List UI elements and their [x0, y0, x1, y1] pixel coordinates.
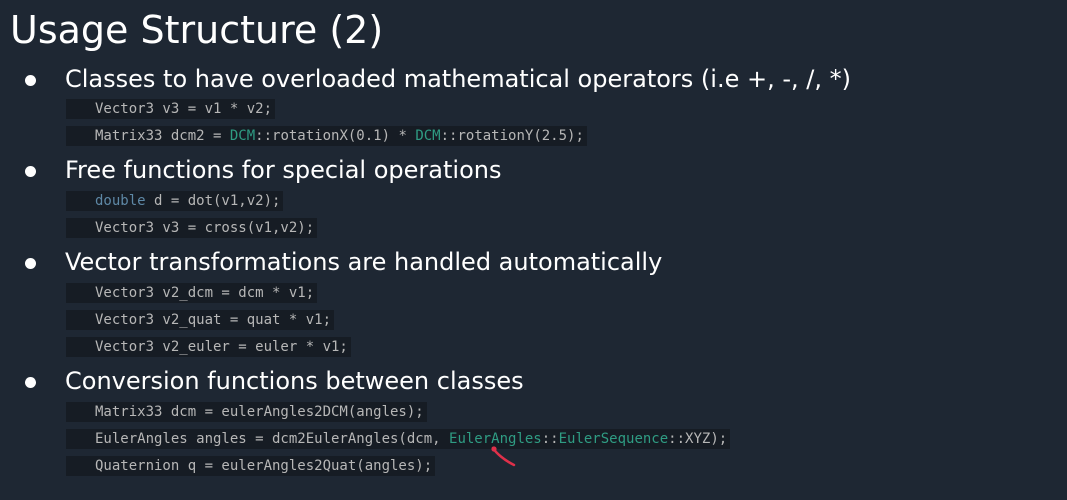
code-token: Quaternion q = eulerAngles2Quat(angles); — [95, 458, 433, 474]
code-line: EulerAngles angles = dcm2EulerAngles(dcm… — [66, 429, 731, 449]
code-token-type: DCM — [229, 128, 256, 144]
code-token: Vector3 v3 = v1 * v2; — [95, 101, 273, 117]
code-line: Matrix33 dcm2 = DCM::rotationX(0.1) * DC… — [66, 126, 587, 146]
slide-title: Usage Structure (2) — [10, 8, 384, 52]
code-token: Matrix33 dcm2 = — [95, 128, 230, 144]
bullet-dot-icon — [25, 377, 36, 388]
code-token: Vector3 v2_quat = quat * v1; — [95, 312, 332, 328]
code-token: Vector3 v3 = cross(v1,v2); — [95, 220, 315, 236]
bullet-text: Classes to have overloaded mathematical … — [65, 65, 851, 93]
bullet-text: Conversion functions between classes — [65, 367, 524, 395]
code-token: Matrix33 dcm = eulerAngles2DCM(angles); — [95, 404, 424, 420]
code-token: ::XYZ); — [668, 431, 728, 447]
code-token: Vector3 v2_dcm = dcm * v1; — [95, 285, 315, 301]
code-line: Quaternion q = eulerAngles2Quat(angles); — [66, 456, 436, 476]
code-token-type: DCM — [415, 128, 441, 144]
code-token: d = dot(v1,v2); — [145, 193, 281, 209]
code-token-keyword: double — [95, 193, 146, 209]
code-line: Vector3 v3 = cross(v1,v2); — [66, 218, 318, 238]
bullet-dot-icon — [25, 75, 36, 86]
code-token-type: EulerSequence — [558, 431, 669, 447]
bullet-dot-icon — [25, 258, 36, 269]
code-line: Vector3 v2_quat = quat * v1; — [66, 310, 335, 330]
bullet-dot-icon — [25, 166, 36, 177]
code-token: EulerAngles angles = dcm2EulerAngles(dcm… — [95, 431, 450, 447]
code-line: Matrix33 dcm = eulerAngles2DCM(angles); — [66, 402, 427, 422]
code-token: ::rotationY(2.5); — [440, 128, 584, 144]
code-line: double d = dot(v1,v2); — [66, 191, 284, 211]
bullet-text: Vector transformations are handled autom… — [65, 248, 663, 276]
annotation-arrow-icon — [491, 446, 516, 467]
code-line: Vector3 v2_dcm = dcm * v1; — [66, 283, 318, 303]
code-token: ::rotationX(0.1) * — [255, 128, 416, 144]
code-token: :: — [541, 431, 559, 447]
code-line: Vector3 v2_euler = euler * v1; — [66, 337, 351, 357]
code-token: Vector3 v2_euler = euler * v1; — [95, 339, 348, 355]
bullet-text: Free functions for special operations — [65, 156, 502, 184]
code-line: Vector3 v3 = v1 * v2; — [66, 99, 276, 119]
